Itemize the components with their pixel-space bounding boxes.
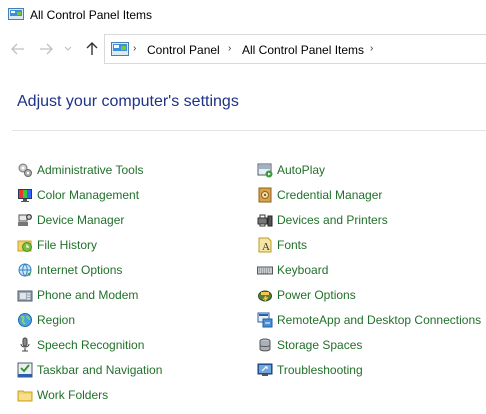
item-label: AutoPlay — [277, 163, 326, 177]
admin-tools-icon — [18, 163, 32, 177]
item-label: Region — [37, 313, 76, 327]
region-icon — [18, 313, 32, 327]
taskbar-icon — [17, 362, 33, 378]
forward-button[interactable] — [38, 41, 54, 57]
control-panel-icon — [8, 8, 24, 20]
item-color-management[interactable]: Color Management — [17, 186, 139, 204]
power-options-icon — [258, 290, 272, 302]
item-label: Storage Spaces — [277, 338, 363, 352]
breadcrumb-separator-icon[interactable]: › — [370, 43, 373, 54]
page-title: Adjust your computer's settings — [17, 93, 239, 110]
autoplay-icon — [257, 163, 273, 178]
item-label: Fonts — [277, 238, 308, 252]
breadcrumb-all-items[interactable]: All Control Panel Items — [242, 43, 364, 57]
item-label: Internet Options — [37, 263, 123, 277]
svg-text:A: A — [262, 241, 270, 253]
item-credential-manager[interactable]: Credential Manager — [257, 186, 382, 204]
remoteapp-icon — [257, 312, 273, 328]
item-label: Keyboard — [277, 263, 329, 277]
phone-modem-icon — [17, 290, 33, 302]
breadcrumb-separator-icon[interactable]: › — [133, 43, 136, 54]
item-storage-spaces[interactable]: Storage Spaces — [257, 336, 362, 354]
item-label: Power Options — [277, 288, 356, 302]
back-button[interactable] — [10, 41, 26, 57]
divider — [12, 130, 486, 131]
file-history-icon — [17, 240, 32, 252]
item-power-options[interactable]: Power Options — [257, 286, 356, 304]
microphone-icon — [20, 337, 30, 352]
devices-printers-icon — [257, 214, 273, 227]
item-label: Phone and Modem — [37, 288, 139, 302]
color-management-icon — [18, 189, 32, 202]
control-panel-icon — [111, 42, 129, 56]
item-label: Work Folders — [37, 388, 109, 402]
item-label: Taskbar and Navigation — [37, 363, 163, 377]
item-label: Credential Manager — [277, 188, 383, 202]
title-bar: All Control Panel Items — [0, 0, 486, 30]
item-label: Devices and Printers — [277, 213, 388, 227]
item-internet-options[interactable]: Internet Options — [17, 261, 122, 279]
troubleshooting-icon — [257, 363, 273, 376]
fonts-icon: A — [258, 237, 272, 253]
item-speech-recognition[interactable]: Speech Recognition — [17, 336, 144, 354]
credential-manager-icon — [258, 187, 272, 203]
item-taskbar-and-navigation[interactable]: Taskbar and Navigation — [17, 361, 162, 379]
item-label: Administrative Tools — [37, 163, 144, 177]
item-work-folders[interactable]: Work Folders — [17, 386, 108, 404]
item-troubleshooting[interactable]: Troubleshooting — [257, 361, 363, 379]
keyboard-icon — [257, 266, 273, 275]
recent-locations-button[interactable] — [63, 41, 73, 57]
item-phone-and-modem[interactable]: Phone and Modem — [17, 286, 138, 304]
forward-arrow-icon — [40, 43, 53, 55]
item-label: Speech Recognition — [37, 338, 145, 352]
item-file-history[interactable]: File History — [17, 236, 97, 254]
navigation-bar: › Control Panel › All Control Panel Item… — [0, 34, 486, 66]
item-devices-and-printers[interactable]: Devices and Printers — [257, 211, 388, 229]
chevron-down-icon — [64, 46, 72, 51]
item-remoteapp-and-desktop-connections[interactable]: RemoteApp and Desktop Connections — [257, 311, 481, 329]
window-title: All Control Panel Items — [30, 8, 153, 22]
breadcrumb-control-panel[interactable]: Control Panel — [147, 43, 220, 57]
item-fonts[interactable]: A Fonts — [257, 236, 307, 254]
item-label: RemoteApp and Desktop Connections — [277, 313, 482, 327]
item-label: Color Management — [37, 188, 140, 202]
item-label: File History — [37, 238, 98, 252]
item-autoplay[interactable]: AutoPlay — [257, 161, 325, 179]
item-administrative-tools[interactable]: Administrative Tools — [17, 161, 144, 179]
item-label: Troubleshooting — [277, 363, 363, 377]
back-arrow-icon — [11, 43, 24, 55]
item-device-manager[interactable]: Device Manager — [17, 211, 124, 229]
internet-options-icon — [18, 263, 32, 277]
device-manager-icon — [18, 214, 32, 226]
up-arrow-icon — [86, 42, 98, 55]
storage-spaces-icon — [259, 338, 271, 352]
breadcrumb-separator-icon[interactable]: › — [228, 43, 231, 54]
work-folders-icon — [17, 390, 33, 402]
item-region[interactable]: Region — [17, 311, 75, 329]
item-keyboard[interactable]: Keyboard — [257, 261, 328, 279]
item-label: Device Manager — [37, 213, 125, 227]
address-bar[interactable]: › Control Panel › All Control Panel Item… — [104, 34, 486, 64]
up-button[interactable] — [84, 41, 100, 57]
